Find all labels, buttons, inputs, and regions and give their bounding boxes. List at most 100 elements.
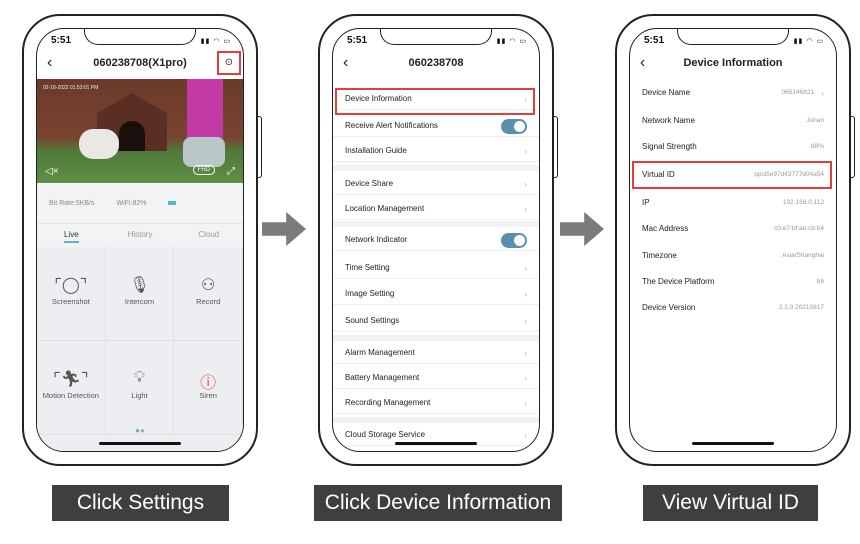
menu-item-receive-alert-notifications[interactable]: Receive Alert Notifications: [333, 115, 539, 137]
quality-button[interactable]: FHD: [192, 165, 215, 175]
section-divider: [333, 165, 539, 171]
notch: [677, 29, 789, 45]
info-label: Network Name: [642, 116, 695, 125]
info-row-network-name: Network Name Junan: [630, 110, 836, 134]
step-label-3: View Virtual ID: [643, 485, 818, 521]
menu-item-label: Receive Alert Notifications: [345, 121, 438, 130]
motion-icon: ⌜🏃︎⌝: [53, 371, 89, 388]
section-divider: [333, 417, 539, 423]
menu-item-device-share[interactable]: Device Share ›: [333, 173, 539, 195]
chevron-right-icon: ›: [524, 179, 527, 189]
chevron-right-icon: ›: [524, 263, 527, 273]
status-time: 5:51: [347, 35, 368, 46]
menu-item-image-setting[interactable]: Image Setting ›: [333, 283, 539, 305]
view-tabs: Live History Cloud: [37, 223, 243, 247]
status-time: 5:51: [51, 35, 72, 46]
info-row-ip: IP 192.168.0.112: [630, 192, 836, 216]
info-label: The Device Platform: [642, 277, 715, 286]
menu-item-time-setting[interactable]: Time Setting ›: [333, 257, 539, 279]
screenshot-icon: ⌜◯⌝: [54, 277, 88, 294]
menu-item-installation-guide[interactable]: Installation Guide ›: [333, 140, 539, 162]
chevron-right-icon: ›: [524, 398, 527, 408]
menu-item-recording-management[interactable]: Recording Management ›: [333, 392, 539, 414]
info-label: Signal Strength: [642, 142, 697, 151]
chevron-right-icon: ›: [524, 348, 527, 358]
home-indicator: [692, 442, 774, 445]
info-value: b8: [816, 278, 824, 285]
phone-settings: 5:51 ▮▮ ◠ ▭ ‹ 060238708 Device Informatio…: [318, 14, 558, 466]
nav-bar: ‹ 060238708(X1pro) ⊙: [37, 51, 243, 75]
back-icon[interactable]: ‹: [343, 51, 348, 75]
screenshot-button[interactable]: ⌜◯⌝ Screenshot: [37, 247, 106, 341]
highlight-device-information: [335, 88, 535, 115]
toggle-switch[interactable]: [501, 233, 527, 248]
chevron-right-icon: ›: [524, 146, 527, 156]
status-icons: ▮▮ ◠ ▭: [496, 38, 527, 45]
info-row-mac-address: Mac Address c0:e7:bf:ae:cb:b4: [630, 218, 836, 242]
tab-history[interactable]: History: [106, 224, 175, 247]
menu-item-battery-management[interactable]: Battery Management ›: [333, 367, 539, 389]
bit-rate: Bit Rate:5KB/s: [49, 199, 95, 207]
info-label: Mac Address: [642, 224, 689, 233]
info-value: Junan: [806, 117, 824, 124]
home-indicator: [99, 442, 181, 445]
doghouse-door: [119, 121, 145, 151]
info-value: 88%: [810, 143, 824, 150]
light-button[interactable]: 💡︎ Light: [105, 341, 175, 435]
menu-item-label: Image Setting: [345, 289, 395, 298]
chevron-right-icon: ›: [524, 316, 527, 326]
highlight-settings: [217, 51, 241, 75]
chevron-right-icon: ›: [524, 204, 527, 214]
info-value: Asia/Shanghai: [782, 252, 824, 259]
status-icons: ▮▮ ◠ ▭: [793, 38, 824, 45]
video-camera-icon: ⚇: [200, 277, 216, 294]
info-value: 2.2.0.20210817: [778, 304, 824, 311]
notch: [380, 29, 492, 45]
info-row-device-version: Device Version 2.2.0.20210817: [630, 297, 836, 321]
tab-live[interactable]: Live: [37, 224, 106, 247]
chevron-right-icon: ›: [524, 289, 527, 299]
notch: [84, 29, 196, 45]
record-button[interactable]: ⚇ Record: [174, 247, 243, 341]
dog: [79, 129, 119, 159]
menu-item-label: Alarm Management: [345, 348, 415, 357]
section-divider: [333, 335, 539, 341]
speaker-mute-icon[interactable]: ◁×: [45, 166, 59, 177]
info-row-timezone: Timezone Asia/Shanghai: [630, 245, 836, 269]
menu-item-sound-settings[interactable]: Sound Settings ›: [333, 310, 539, 332]
menu-item-label: Recording Management: [345, 398, 431, 407]
chevron-right-icon: ›: [524, 430, 527, 440]
back-icon[interactable]: ‹: [640, 51, 645, 75]
menu-item-label: Installation Guide: [345, 146, 407, 155]
menu-item-label: Time Setting: [345, 263, 390, 272]
menu-item-network-indicator[interactable]: Network Indicator: [333, 229, 539, 251]
status-time: 5:51: [644, 35, 665, 46]
menu-item-label: Location Management: [345, 204, 425, 213]
status-icons: ▮▮ ◠ ▭: [200, 38, 231, 45]
wifi-strength: WiFi:82%: [116, 199, 147, 207]
arrow-right-icon: [262, 212, 306, 246]
home-indicator: [395, 442, 477, 445]
fullscreen-icon[interactable]: ⤢: [227, 166, 235, 177]
alert-icon: ⓘ: [200, 375, 217, 392]
child-legs: [183, 137, 225, 167]
info-row-device-name[interactable]: Device Name 065146821 ›: [630, 82, 836, 106]
live-video[interactable]: 02-16-2022 01:53:01 PM ◁× FHD ⤢: [37, 79, 243, 183]
menu-item-alarm-management[interactable]: Alarm Management ›: [333, 342, 539, 364]
microphone-icon: 🎙︎: [129, 277, 150, 294]
toggle-switch[interactable]: [501, 119, 527, 134]
phone-live-view: 5:51 ▮▮ ◠ ▭ ‹ 060238708(X1pro) ⊙ 02-16-2…: [22, 14, 262, 466]
arrow-right-icon: [560, 212, 604, 246]
tab-cloud[interactable]: Cloud: [174, 224, 243, 247]
back-icon[interactable]: ‹: [47, 51, 52, 75]
battery-icon: [168, 201, 177, 205]
menu-item-location-management[interactable]: Location Management ›: [333, 198, 539, 220]
info-value: 192.168.0.112: [782, 199, 824, 206]
phone-device-info: 5:51 ▮▮ ◠ ▭ ‹ Device Information Device N…: [615, 14, 855, 466]
motion-detection-button[interactable]: ⌜🏃︎⌝ Motion Detection: [37, 341, 106, 435]
info-label: Device Version: [642, 303, 696, 312]
page-dots: ●●: [135, 426, 145, 435]
intercom-button[interactable]: 🎙︎ Intercom: [105, 247, 175, 341]
page-title: Device Information: [683, 57, 783, 69]
siren-button[interactable]: ⓘ Siren: [174, 341, 243, 435]
